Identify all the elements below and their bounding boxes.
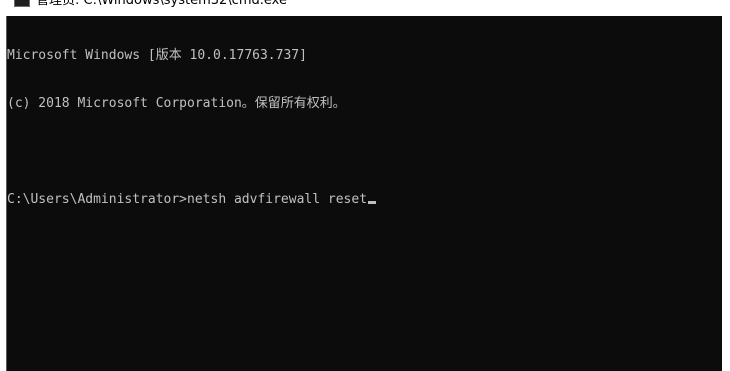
command-line[interactable]: C:\Users\Administrator>netsh advfirewall…	[7, 192, 377, 208]
title-bar[interactable]: 管理员: C:\Windows\system32\cmd.exe	[0, 0, 730, 16]
console-line-copyright: (c) 2018 Microsoft Corporation。保留所有权利。	[7, 96, 346, 111]
right-gutter	[722, 16, 730, 371]
cmd-icon	[14, 0, 30, 7]
cmd-window: 管理员: C:\Windows\system32\cmd.exe Microso…	[0, 0, 730, 371]
console-area[interactable]: Microsoft Windows [版本 10.0.17763.737] (c…	[6, 16, 722, 371]
prompt-text: C:\Users\Administrator>	[7, 192, 188, 207]
console-line-blank	[7, 144, 376, 160]
console-line-version: Microsoft Windows [版本 10.0.17763.737]	[7, 48, 307, 63]
console-output: Microsoft Windows [版本 10.0.17763.737] (c…	[7, 16, 377, 240]
text-cursor	[368, 201, 377, 204]
window-title: 管理员: C:\Windows\system32\cmd.exe	[36, 0, 287, 8]
command-input[interactable]: netsh advfirewall reset	[187, 192, 367, 207]
